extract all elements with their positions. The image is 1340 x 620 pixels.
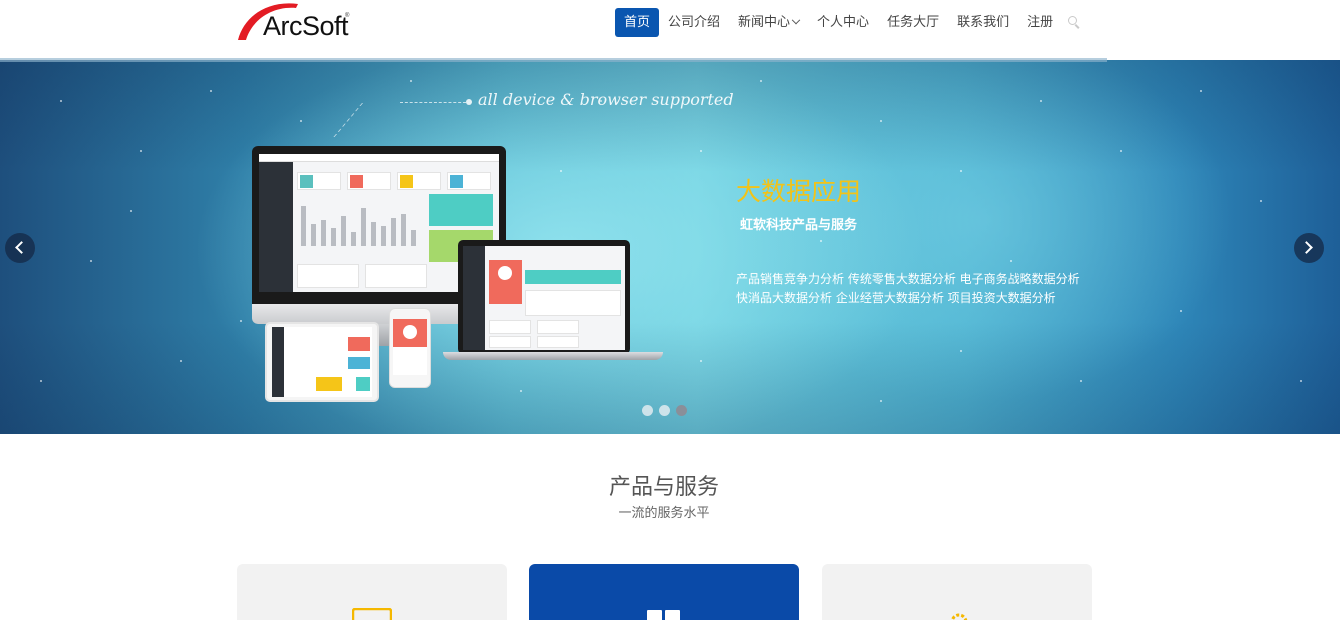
star-dot [700,150,702,152]
star-dot [960,350,962,352]
main-nav: 首页 公司介绍 新闻中心 个人中心 任务大厅 联系我们 注册 [615,8,1082,37]
star-dot [520,390,522,392]
phone-illustration [389,308,431,388]
star-dot [1010,260,1012,262]
slider-dot-2[interactable] [659,405,670,416]
nav-item-label: 新闻中心 [738,15,791,30]
slider-next-button[interactable] [1294,233,1324,263]
star-dot [90,260,92,262]
logo[interactable]: ArcSoft ® [236,0,356,44]
star-dot [300,120,302,122]
star-dot [240,320,242,322]
chevron-right-icon [1300,241,1313,254]
nav-item-label: 公司介绍 [668,15,721,30]
nav-item-about[interactable]: 公司介绍 [659,8,729,37]
nav-item-personal-center[interactable]: 个人中心 [808,8,878,37]
service-card-featured[interactable] [529,564,799,620]
section-title: 产品与服务 [608,475,719,500]
service-card[interactable] [822,564,1092,620]
slider-pagination [642,405,687,416]
star-dot [1080,380,1082,382]
header-divider [0,58,1107,62]
star-dot [560,170,562,172]
nav-item-task-hall[interactable]: 任务大厅 [878,8,948,37]
nav-item-label: 注册 [1027,15,1054,30]
star-dot [130,210,132,212]
star-dot [880,400,882,402]
chevron-down-icon [791,15,801,24]
tagline-dot [466,99,472,105]
nav-item-label: 首页 [624,15,651,30]
grid-icon [647,610,680,620]
nav-item-label: 联系我们 [957,15,1010,30]
logo-registered-mark: ® [345,13,350,19]
star-dot [1180,310,1182,312]
hero-vignette [0,60,1340,434]
nav-item-news[interactable]: 新闻中心 [729,8,808,37]
star-dot [180,360,182,362]
slider-dot-3[interactable] [676,405,687,416]
star-dot [410,80,412,82]
star-dot [760,80,762,82]
search-icon[interactable] [1068,15,1082,30]
logo-text: ArcSoft [263,11,349,41]
hero-description-line: 产品销售竞争力分析 传统零售大数据分析 电子商务战略数据分析 [736,272,1080,286]
star-dot [820,240,822,242]
tagline-connector [400,102,466,103]
hero-subtitle: 虹软科技产品与服务 [740,218,858,233]
star-dot [40,380,42,382]
star-dot [700,360,702,362]
star-dot [1200,90,1202,92]
star-dot [140,150,142,152]
star-dot [960,170,962,172]
star-dot [60,100,62,102]
slider-prev-button[interactable] [5,233,35,263]
star-dot [1040,100,1042,102]
hero-tagline: all device & browser supported [478,90,734,109]
hero-description-line: 快消品大数据分析 企业经营大数据分析 项目投资大数据分析 [736,291,1056,305]
service-card[interactable] [237,564,507,620]
star-dot [1300,380,1302,382]
tablet-illustration [265,322,379,402]
slider-dot-1[interactable] [642,405,653,416]
nav-item-label: 任务大厅 [887,15,940,30]
star-dot [880,120,882,122]
site-header: ArcSoft ® 首页 公司介绍 新闻中心 个人中心 任务大厅 联系我们 注册 [0,0,1340,60]
gear-icon [950,613,968,620]
nav-item-label: 个人中心 [817,15,870,30]
star-dot [1120,150,1122,152]
nav-item-contact[interactable]: 联系我们 [948,8,1018,37]
nav-item-register[interactable]: 注册 [1018,8,1062,37]
star-dot [1260,200,1262,202]
laptop-illustration [443,240,663,366]
chevron-left-icon [15,241,28,254]
section-subtitle: 一流的服务水平 [618,506,710,521]
monitor-icon [352,608,392,620]
star-dot [210,90,212,92]
nav-item-home[interactable]: 首页 [615,8,660,37]
hero-slider: all device & browser supported 大数据应用 虹软科… [0,60,1340,434]
hero-title: 大数据应用 [736,177,862,206]
